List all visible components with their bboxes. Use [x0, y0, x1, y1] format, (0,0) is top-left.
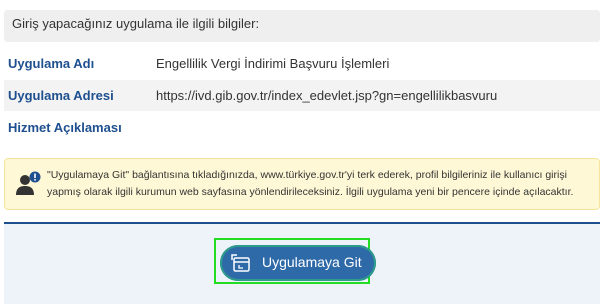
service-description-label: Hizmet Açıklaması — [8, 120, 122, 135]
external-window-icon — [231, 254, 250, 272]
go-to-application-button[interactable]: Uygulamaya Git — [214, 238, 376, 284]
user-info-icon — [16, 171, 41, 195]
app-name-label: Uygulama Adı — [8, 56, 95, 71]
info-row-service-description: Hizmet Açıklaması — [4, 112, 600, 143]
notice-text: "Uygulamaya Git" bağlantısına tıkladığın… — [47, 169, 574, 198]
info-row-app-address: Uygulama Adresi https://ivd.gib.gov.tr/i… — [4, 80, 600, 111]
go-to-application-label: Uygulamaya Git — [262, 254, 362, 270]
app-name-value: Engellilik Vergi İndirimi Başvuru İşleml… — [156, 56, 390, 71]
info-header: Giriş yapacağınız uygulama ile ilgili bi… — [4, 10, 600, 42]
app-address-label: Uygulama Adresi — [8, 88, 114, 103]
app-address-value: https://ivd.gib.gov.tr/index_edevlet.jsp… — [156, 88, 498, 103]
redirect-notice: "Uygulamaya Git" bağlantısına tıkladığın… — [4, 158, 600, 210]
go-to-application-pill[interactable]: Uygulamaya Git — [220, 245, 376, 281]
info-row-app-name: Uygulama Adı Engellilik Vergi İndirimi B… — [4, 48, 600, 79]
info-header-title: Giriş yapacağınız uygulama ile ilgili bi… — [12, 16, 260, 31]
